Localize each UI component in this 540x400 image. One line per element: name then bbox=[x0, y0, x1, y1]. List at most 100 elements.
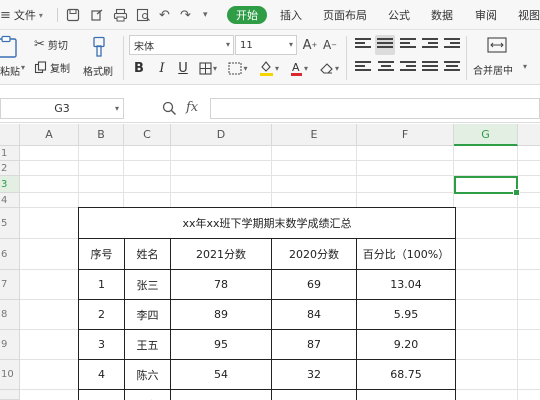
cell-fill-button[interactable]: ▾ bbox=[226, 60, 250, 76]
cell-score-2021[interactable]: 78 bbox=[170, 269, 272, 300]
cell-score-2020[interactable]: 32 bbox=[271, 359, 357, 390]
borders-button[interactable]: ▾ bbox=[197, 60, 219, 76]
cell-name[interactable]: 陈六 bbox=[124, 359, 171, 390]
paste-button[interactable] bbox=[0, 34, 22, 60]
cell-percent[interactable]: 68.75 bbox=[355, 359, 457, 390]
increase-indent-icon[interactable] bbox=[444, 38, 460, 52]
cell-name[interactable]: 冯七 bbox=[124, 389, 171, 400]
column-header-e[interactable]: E bbox=[272, 124, 357, 146]
align-middle-icon[interactable] bbox=[375, 35, 395, 55]
header-score-2021[interactable]: 2021分数 bbox=[170, 238, 272, 270]
column-header-f[interactable]: F bbox=[357, 124, 454, 146]
row-header-9[interactable]: 9 bbox=[0, 330, 20, 360]
row-header-8[interactable]: 8 bbox=[0, 300, 20, 330]
cell-name[interactable]: 王五 bbox=[124, 329, 171, 360]
tab-insert[interactable]: 插入 bbox=[280, 0, 302, 30]
print-icon[interactable] bbox=[113, 0, 128, 30]
cell-index[interactable]: 4 bbox=[78, 359, 125, 390]
tab-view[interactable]: 视图 bbox=[518, 0, 540, 30]
distributed-icon[interactable] bbox=[444, 61, 460, 75]
header-index[interactable]: 序号 bbox=[78, 238, 125, 270]
cell-score-2020[interactable]: 84 bbox=[271, 299, 357, 330]
row-header-6[interactable]: 6 bbox=[0, 239, 20, 270]
increase-font-icon[interactable]: A + bbox=[302, 37, 318, 53]
paste-chevron-icon[interactable]: ▾ bbox=[21, 63, 25, 72]
decrease-indent-icon[interactable] bbox=[422, 38, 438, 52]
cell-index[interactable]: 3 bbox=[78, 329, 125, 360]
table-title[interactable]: xx年xx班下学期期末数学成绩汇总 bbox=[77, 207, 457, 239]
column-header-c[interactable]: C bbox=[124, 124, 171, 146]
cell-name[interactable]: 李四 bbox=[124, 299, 171, 330]
zoom-search-icon[interactable] bbox=[162, 101, 177, 119]
align-center-icon[interactable] bbox=[378, 61, 394, 75]
format-painter-button[interactable] bbox=[86, 34, 112, 60]
row-header-3[interactable]: 3 bbox=[0, 176, 20, 193]
font-name-select[interactable]: 宋体 ▾ bbox=[129, 35, 234, 55]
column-header-d[interactable]: D bbox=[171, 124, 272, 146]
align-left-icon[interactable] bbox=[355, 61, 371, 75]
tab-formulas[interactable]: 公式 bbox=[388, 0, 410, 30]
align-bottom-icon[interactable] bbox=[400, 38, 416, 52]
bold-button[interactable]: B bbox=[131, 59, 147, 77]
cell-score-2020[interactable]: ... bbox=[271, 389, 357, 400]
row-header-2[interactable]: 2 bbox=[0, 161, 20, 176]
column-header-g[interactable]: G bbox=[454, 124, 518, 146]
fx-icon[interactable]: fx bbox=[186, 100, 198, 115]
save-icon[interactable] bbox=[66, 0, 80, 30]
fill-color-button[interactable]: ▾ bbox=[256, 59, 282, 77]
file-menu[interactable]: ≡ 文件 ▾ bbox=[0, 0, 43, 30]
cell-percent[interactable]: ... bbox=[355, 389, 457, 400]
cell-score-2021[interactable]: 89 bbox=[170, 299, 272, 330]
active-cell-g3[interactable] bbox=[454, 176, 520, 196]
copy-button[interactable]: 复制 bbox=[34, 59, 70, 75]
clear-button[interactable]: ▾ bbox=[316, 59, 342, 77]
row-header-10[interactable]: 10 bbox=[0, 360, 20, 390]
cell-index[interactable]: 2 bbox=[78, 299, 125, 330]
cell-percent[interactable]: 13.04 bbox=[355, 269, 457, 300]
cell-percent[interactable]: 9.20 bbox=[355, 329, 457, 360]
column-header-a[interactable]: A bbox=[20, 124, 79, 146]
chevron-down-icon[interactable]: ▾ bbox=[523, 62, 527, 71]
cell-score-2021[interactable]: 54 bbox=[170, 359, 272, 390]
header-score-2020[interactable]: 2020分数 bbox=[271, 238, 357, 270]
underline-button[interactable]: U bbox=[175, 59, 191, 77]
header-name[interactable]: 姓名 bbox=[124, 238, 171, 270]
tab-start[interactable]: 开始 bbox=[227, 6, 267, 24]
cut-button[interactable]: ✂ 剪切 bbox=[34, 36, 68, 52]
cell-name[interactable]: 张三 bbox=[124, 269, 171, 300]
cell-index[interactable]: 1 bbox=[78, 269, 125, 300]
share-icon[interactable] bbox=[90, 0, 104, 30]
select-all-corner[interactable] bbox=[0, 124, 20, 146]
italic-button[interactable]: I bbox=[154, 59, 170, 77]
font-size-select[interactable]: 11 ▾ bbox=[235, 35, 297, 55]
justify-icon[interactable] bbox=[422, 61, 438, 75]
decrease-font-icon[interactable]: A − bbox=[322, 37, 338, 53]
cell-score-2021[interactable]: 51 bbox=[170, 389, 272, 400]
customize-chevron-icon[interactable]: ▾ bbox=[203, 0, 208, 30]
print-preview-icon[interactable] bbox=[136, 0, 151, 30]
row-header-4[interactable]: 4 bbox=[0, 193, 20, 208]
cell-score-2020[interactable]: 69 bbox=[271, 269, 357, 300]
column-header-b[interactable]: B bbox=[79, 124, 124, 146]
cell-score-2020[interactable]: 87 bbox=[271, 329, 357, 360]
align-top-icon[interactable] bbox=[355, 38, 371, 52]
header-percent[interactable]: 百分比（100%） bbox=[355, 238, 457, 270]
name-box[interactable]: G3 ▾ bbox=[0, 98, 124, 119]
row-header-5[interactable]: 5 bbox=[0, 208, 20, 239]
font-color-button[interactable]: A ▾ bbox=[287, 59, 311, 77]
row-header-7[interactable]: 7 bbox=[0, 270, 20, 300]
cell-index[interactable]: 5 bbox=[78, 389, 125, 400]
formula-input[interactable] bbox=[210, 98, 540, 119]
redo-icon[interactable]: ↷ bbox=[180, 0, 191, 30]
tab-review[interactable]: 审阅 bbox=[475, 0, 497, 30]
undo-icon[interactable]: ↶ bbox=[159, 0, 170, 30]
tab-data[interactable]: 数据 bbox=[431, 0, 453, 30]
merge-center-button[interactable] bbox=[486, 36, 508, 54]
cell-score-2021[interactable]: 95 bbox=[170, 329, 272, 360]
row-header-1[interactable]: 1 bbox=[0, 146, 20, 161]
tab-page-layout[interactable]: 页面布局 bbox=[323, 0, 367, 30]
row-header-11[interactable] bbox=[0, 390, 20, 400]
cell-percent[interactable]: 5.95 bbox=[355, 299, 457, 330]
column-header-h[interactable] bbox=[518, 124, 540, 146]
align-right-icon[interactable] bbox=[400, 61, 416, 75]
